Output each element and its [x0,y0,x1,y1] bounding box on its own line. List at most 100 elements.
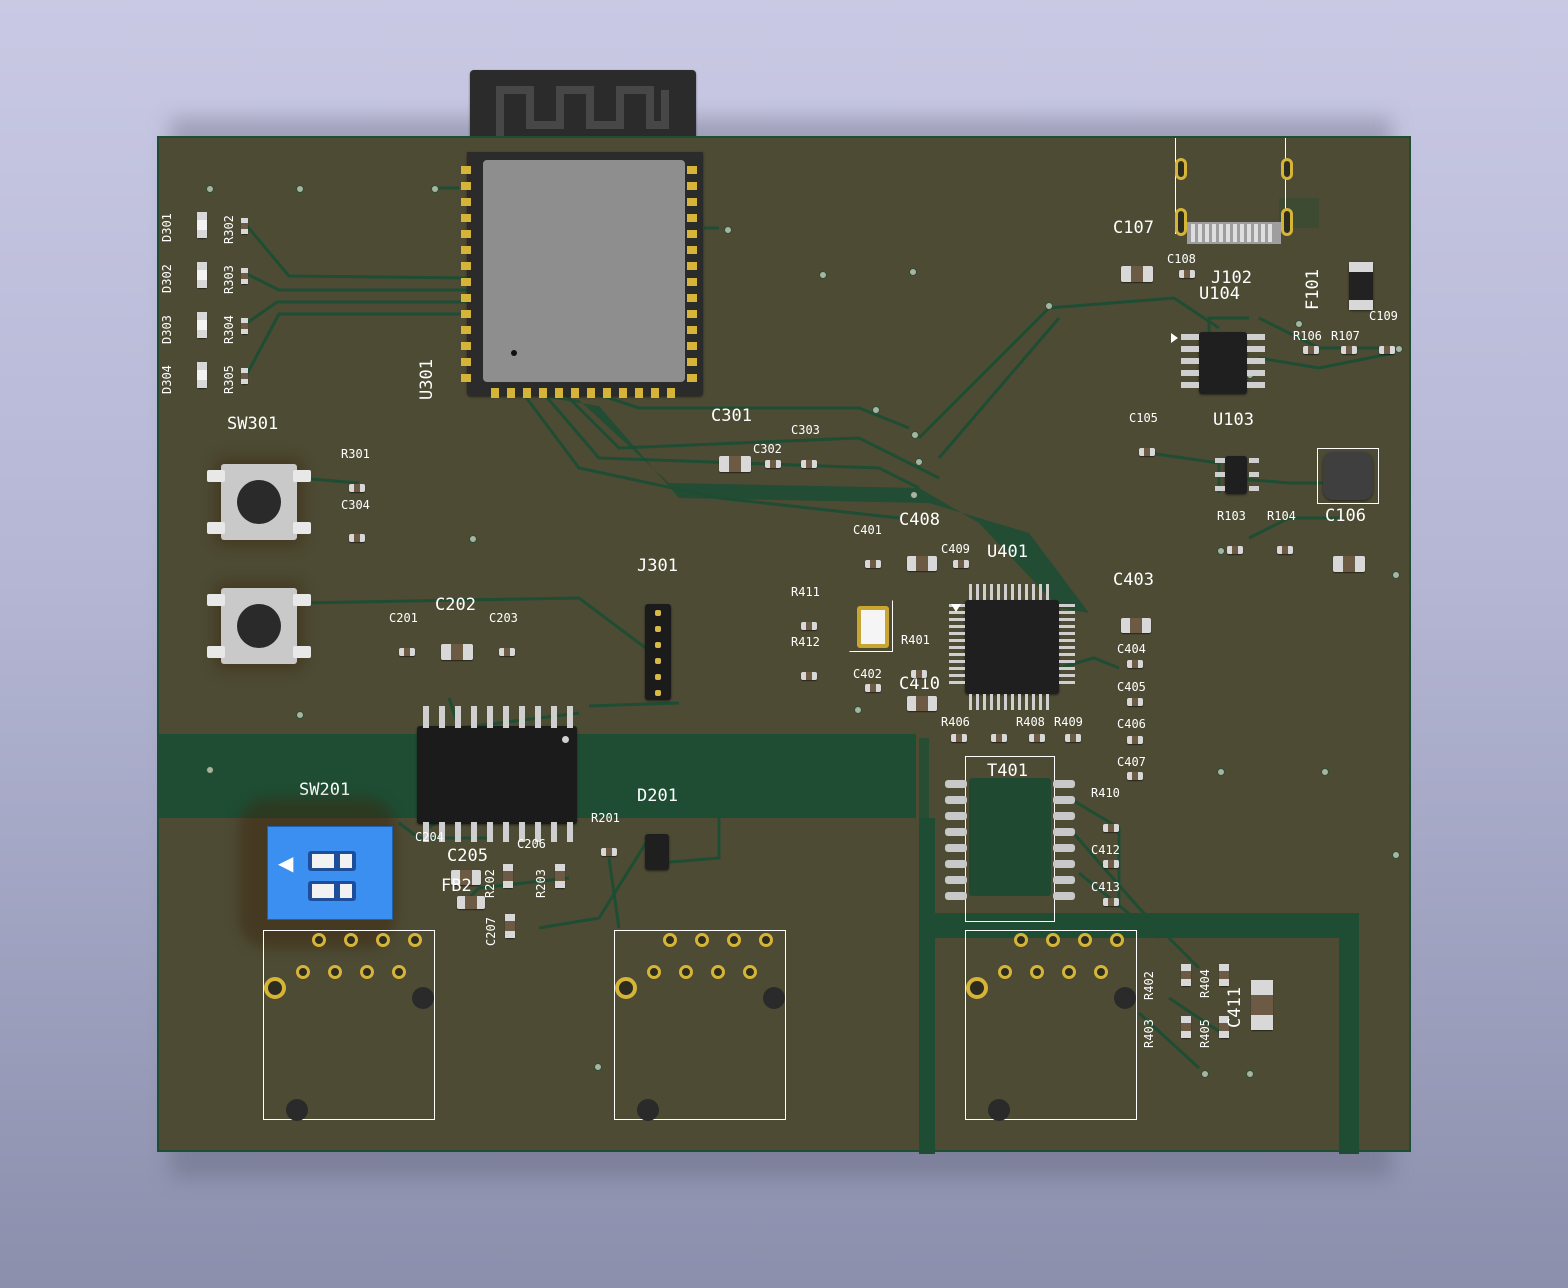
ref-c409: C409 [941,542,970,556]
ref-r107: R107 [1331,329,1360,343]
via [910,491,918,499]
ref-d201: D201 [637,786,678,806]
ref-f101: F101 [1303,269,1323,310]
pin-ring [647,965,661,979]
capacitor-c404 [1127,660,1143,668]
tactile-switch-sw301[interactable] [207,464,311,540]
ref-c411: C411 [1225,987,1245,1028]
ref-c301: C301 [711,406,752,426]
resistor-r303 [241,268,248,284]
pin-ring [376,933,390,947]
ref-c406: C406 [1117,717,1146,731]
via [911,431,919,439]
capacitor-c406 [1127,736,1143,744]
capacitor-c105 [1139,448,1155,456]
switch-leg [293,470,311,482]
tactile-switch-reset[interactable] [207,588,311,664]
rj45-connector-2[interactable] [614,930,786,1121]
resistor-r107 [1341,346,1357,354]
resistor-r104 [1277,546,1293,554]
usb-shell-tab [1175,208,1187,236]
ref-c109: C109 [1369,309,1398,323]
pcb-3d-viewer-canvas[interactable]: D301 D302 D303 D304 R302 R303 R304 R305 [0,0,1568,1288]
crystal [857,606,889,648]
resistor-r410 [1103,824,1119,832]
switch-knob-icon [237,604,281,648]
via [1392,571,1400,579]
ref-c207: C207 [484,917,498,946]
ref-c204: C204 [415,830,444,844]
t401-pins [945,780,1075,900]
ref-r410: R410 [1091,786,1120,800]
resistor-r301 [349,484,365,492]
pin-pad [655,690,661,696]
pin-pad [655,626,661,632]
capacitor-c407 [1127,772,1143,780]
capacitor-c405 [1127,698,1143,706]
ref-r201: R201 [591,811,620,825]
ref-u104: U104 [1199,284,1240,304]
via [819,271,827,279]
resistor-r305 [241,368,248,384]
resistor-r103 [1227,546,1243,554]
ref-sw201: SW201 [299,780,351,800]
capacitor-c409 [953,560,969,568]
pin-pad [655,642,661,648]
ref-c302: C302 [753,442,782,456]
ref-r106: R106 [1293,329,1322,343]
via [1217,768,1225,776]
dip-toggle-2[interactable] [308,881,356,901]
dip-toggle-1[interactable] [308,851,356,871]
resistor-r406 [951,734,967,742]
pin-ring [1094,965,1108,979]
ref-c304: C304 [341,498,370,512]
led-d303 [197,312,207,338]
resistor-r403 [1181,1016,1191,1038]
ref-c407: C407 [1117,755,1146,769]
regulator-pins [1215,458,1259,491]
resistor-r401 [911,670,927,678]
connector-j301[interactable] [645,604,671,700]
capacitor-c304 [349,534,365,542]
ref-r401: R401 [901,633,930,647]
dip-switch-sw201[interactable]: ◀ [267,826,393,920]
capacitor-c203 [499,648,515,656]
switch-leg [293,646,311,658]
capacitor-c108 [1179,270,1195,278]
rj45-connector-1[interactable] [263,930,435,1121]
mount-hole [1114,987,1136,1009]
pin-ring [1110,933,1124,947]
resistor-r203 [555,864,565,888]
shield-ring [264,977,286,999]
ref-r103: R103 [1217,509,1246,523]
resistor-r304 [241,318,248,334]
switch-leg [207,470,225,482]
capacitor-c402 [865,684,881,692]
pcb-board: D301 D302 D303 D304 R302 R303 R304 R305 [157,136,1411,1154]
ref-r303: R303 [222,265,236,294]
switch-leg [207,594,225,606]
pin-ring [1046,933,1060,947]
ref-r411: R411 [791,585,820,599]
via [1201,1070,1209,1078]
capacitor-c413 [1103,898,1119,906]
pin-ring [663,933,677,947]
resistor-r412 [801,672,817,680]
dip-slider [340,884,352,898]
left-arrow-icon: ◀ [278,851,294,875]
via [1395,345,1403,353]
usb-c-connector-j102[interactable] [1187,222,1287,248]
rj45-connector-3[interactable] [965,930,1137,1121]
pin-ring [1030,965,1044,979]
ref-r403: R403 [1142,1019,1156,1048]
ref-r405: R405 [1198,1019,1212,1048]
ref-c303: C303 [791,423,820,437]
usb-shell-tab [1175,158,1187,180]
resistor-r409b [1065,734,1081,742]
fuse-f101 [1349,262,1373,310]
resistor-r106 [1303,346,1319,354]
resistor-r404 [1219,964,1229,986]
mount-hole [763,987,785,1009]
via [1295,320,1303,328]
ref-c203: C203 [489,611,518,625]
